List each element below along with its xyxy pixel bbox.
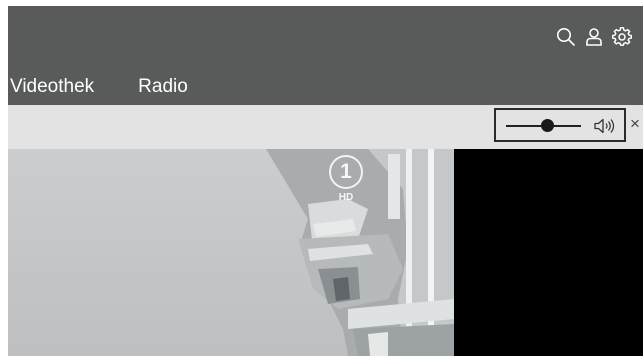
hd-badge: HD <box>338 192 354 203</box>
volume-slider-thumb[interactable] <box>540 119 554 132</box>
channel-logo-number: 1 <box>340 160 352 183</box>
top-header: Videothek Radio <box>8 6 643 105</box>
video-frame-image <box>8 149 454 356</box>
player-toolbar: × <box>8 105 643 149</box>
video-player[interactable]: 1 HD <box>8 149 454 356</box>
app-screen: Videothek Radio × 1 HD <box>0 0 643 356</box>
speaker-icon[interactable] <box>594 118 616 134</box>
search-icon[interactable] <box>555 26 577 48</box>
settings-icon[interactable] <box>611 26 633 48</box>
volume-control <box>494 108 626 142</box>
channel-logo-circle: 1 <box>329 155 363 189</box>
header-icons <box>555 26 633 48</box>
close-button[interactable]: × <box>628 113 642 135</box>
user-icon[interactable] <box>583 26 605 48</box>
nav-videothek[interactable]: Videothek <box>10 76 94 98</box>
channel-logo: 1 HD <box>326 155 366 211</box>
nav-radio[interactable]: Radio <box>138 76 188 98</box>
main-nav: Videothek Radio <box>10 76 188 98</box>
video-letterbox <box>454 149 643 356</box>
